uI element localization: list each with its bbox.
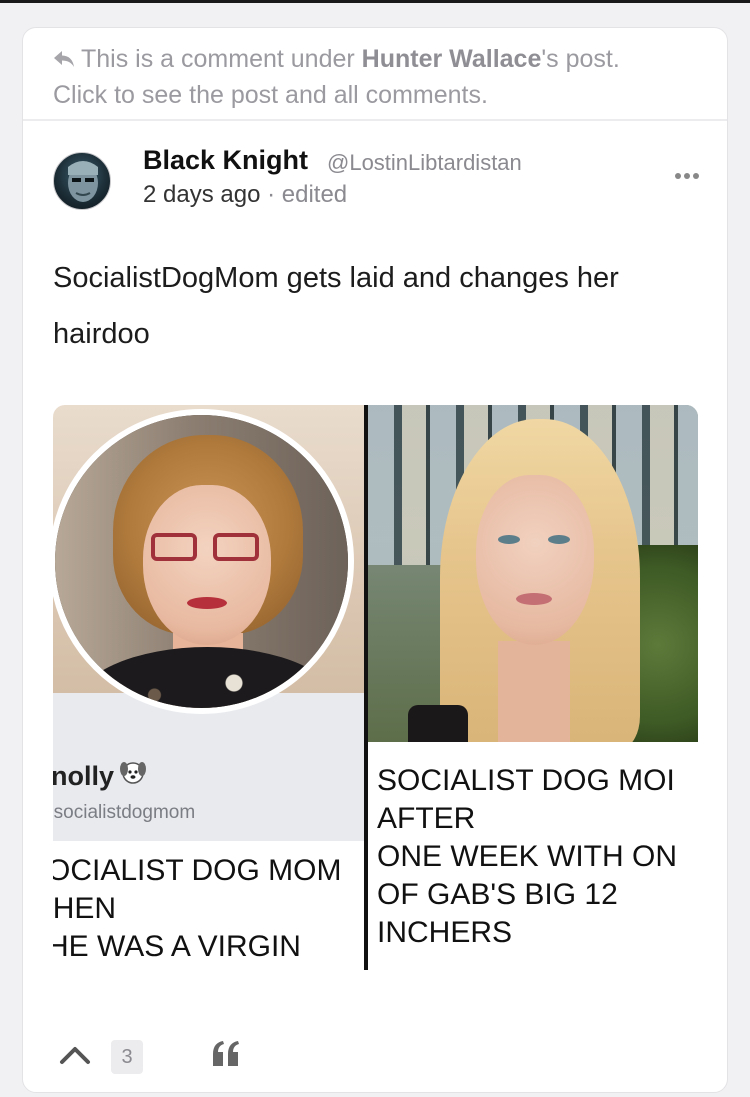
quote-icon[interactable] xyxy=(211,1038,241,1068)
reply-icon xyxy=(54,51,74,67)
context-post-author[interactable]: Hunter Wallace xyxy=(362,45,542,73)
context-line2: Click to see the post and all comments. xyxy=(53,81,488,109)
context-prefix: This is a comment under xyxy=(81,45,362,73)
display-name[interactable]: Black Knight xyxy=(143,145,308,176)
more-options-icon[interactable] xyxy=(675,166,707,180)
avatar-image xyxy=(68,161,98,202)
post-meta: 2 days ago · edited xyxy=(143,181,347,209)
top-edge-bar xyxy=(0,0,750,3)
score-badge: 3 xyxy=(111,1040,143,1074)
left-meme-panel: nolly ⁾socialistdogmom OCIALIST DOG MOM … xyxy=(53,405,364,970)
meme-profile-handle: ⁾socialistdogmom xyxy=(53,802,196,823)
timestamp[interactable]: 2 days ago xyxy=(143,181,260,208)
meme-caption-before: OCIALIST DOG MOM 'HEN HE WAS A VIRGIN xyxy=(53,854,342,963)
post-text: SocialistDogMom gets laid and changes he… xyxy=(53,262,619,350)
right-meme-panel: SOCIALIST DOG MOI AFTER ONE WEEK WITH ON… xyxy=(368,405,698,970)
meta-separator: · xyxy=(260,181,282,208)
post-image[interactable]: nolly ⁾socialistdogmom OCIALIST DOG MOM … xyxy=(53,405,698,970)
context-suffix: 's post. xyxy=(541,45,620,73)
dog-emoji-icon xyxy=(120,762,147,784)
username[interactable]: @LostinLibtardistan xyxy=(327,150,522,176)
comment-card: This is a comment under Hunter Wallace's… xyxy=(22,27,728,1093)
meme-caption-after: SOCIALIST DOG MOI AFTER ONE WEEK WITH ON… xyxy=(377,764,677,949)
edited-label: edited xyxy=(281,181,348,208)
avatar[interactable] xyxy=(53,152,111,210)
profile-photo-before xyxy=(53,409,354,714)
photo-after xyxy=(368,405,698,742)
chevron-up-icon[interactable] xyxy=(59,1042,91,1068)
meme-profile-name: nolly xyxy=(53,757,148,792)
action-bar: 3 xyxy=(53,1036,353,1076)
comment-context-banner[interactable]: This is a comment under Hunter Wallace's… xyxy=(23,28,727,121)
